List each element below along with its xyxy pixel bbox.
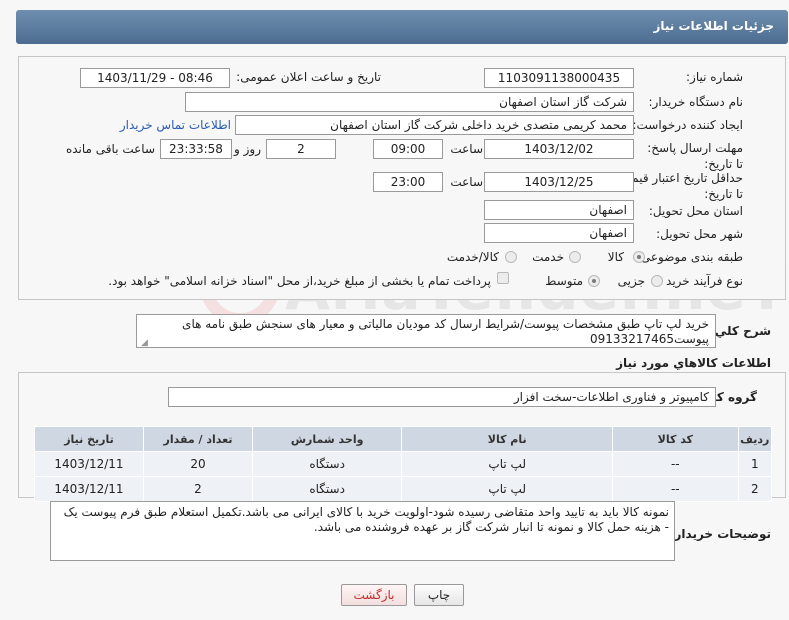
- cell-date: 1403/12/11: [34, 451, 144, 477]
- process-radio-medium[interactable]: [588, 275, 600, 287]
- province-label: استان محل تحویل:: [648, 204, 743, 218]
- announce-field[interactable]: 1403/11/29 - 08:46: [80, 68, 230, 88]
- process-option-medium: متوسط: [545, 274, 583, 288]
- payment-text: پرداخت تمام یا بخشی از مبلغ خرید،از محل …: [108, 274, 491, 288]
- deadline-label: مهلت ارسال پاسخ: تا تاریخ:: [647, 141, 743, 171]
- validity-date-field[interactable]: 1403/12/25: [484, 172, 634, 192]
- category-option-goods: کالا: [607, 250, 624, 264]
- goods-table-header: ردیف کد کالا نام کالا واحد شمارش تعداد /…: [34, 426, 773, 452]
- cell-row: 2: [737, 476, 773, 502]
- goods-table: ردیف کد کالا نام کالا واحد شمارش تعداد /…: [34, 426, 773, 502]
- print-button[interactable]: چاپ: [414, 584, 464, 606]
- deadline-time-field[interactable]: 09:00: [373, 139, 443, 159]
- days-label: روز و: [234, 142, 261, 156]
- col-name: نام کالا: [401, 426, 614, 452]
- days-field[interactable]: 2: [266, 139, 336, 159]
- summary-textarea[interactable]: خرید لپ تاپ طبق مشخصات پیوست/شرایط ارسال…: [136, 314, 716, 348]
- process-radio-minor[interactable]: [651, 275, 663, 287]
- col-unit: واحد شمارش: [251, 426, 403, 452]
- cell-unit: دستگاه: [251, 451, 403, 477]
- cell-name: لپ تاپ: [401, 476, 614, 502]
- cell-code: --: [612, 476, 739, 502]
- remaining-time-field[interactable]: 23:33:58: [160, 139, 232, 159]
- remaining-label: ساعت باقی مانده: [65, 142, 155, 156]
- process-label: نوع فرآیند خرید :: [658, 274, 743, 288]
- validity-time-field[interactable]: 23:00: [373, 172, 443, 192]
- category-radio-service[interactable]: [569, 251, 581, 263]
- col-code: کد کالا: [612, 426, 739, 452]
- col-date: تاریخ نیاز: [34, 426, 144, 452]
- payment-checkbox[interactable]: [497, 272, 509, 284]
- cell-name: لپ تاپ: [401, 451, 614, 477]
- category-label: طبقه بندی موضوعی:: [636, 250, 743, 264]
- cell-unit: دستگاه: [251, 476, 403, 502]
- buyer-org-label: نام دستگاه خریدار:: [648, 95, 744, 109]
- city-label: شهر محل تحویل:: [656, 227, 743, 241]
- category-radio-goods[interactable]: [633, 251, 645, 263]
- validity-time-label: ساعت: [450, 175, 483, 189]
- creator-label: ایجاد کننده درخواست:: [632, 118, 743, 132]
- contact-buyer-link[interactable]: اطلاعات تماس خریدار: [120, 117, 231, 133]
- buyer-notes-label: توضیحات خریدار:: [669, 527, 771, 541]
- goods-group-field[interactable]: کامپیوتر و فناوری اطلاعات-سخت افزار: [168, 387, 716, 407]
- city-field[interactable]: اصفهان: [484, 223, 634, 243]
- buyer-org-field[interactable]: شرکت گاز استان اصفهان: [185, 92, 634, 112]
- resize-grip-icon[interactable]: ◢: [141, 338, 148, 348]
- table-row[interactable]: 2 -- لپ تاپ دستگاه 2 1403/12/11: [34, 476, 773, 502]
- deadline-time-label: ساعت: [450, 142, 483, 156]
- cell-code: --: [612, 451, 739, 477]
- goods-section-title: اطلاعات كالاهاي مورد نياز: [616, 356, 771, 370]
- buyer-notes-textarea[interactable]: نمونه کالا باید به تایید واحد متقاضی رسی…: [50, 501, 675, 561]
- need-number-label: شماره نیاز:: [686, 70, 743, 84]
- cell-qty: 2: [143, 476, 253, 502]
- province-field[interactable]: اصفهان: [484, 200, 634, 220]
- deadline-date-field[interactable]: 1403/12/02: [484, 139, 634, 159]
- col-row: ردیف: [737, 426, 773, 452]
- cell-date: 1403/12/11: [34, 476, 144, 502]
- process-option-minor: جزیی: [617, 274, 645, 288]
- table-row[interactable]: 1 -- لپ تاپ دستگاه 20 1403/12/11: [34, 451, 773, 477]
- category-radio-both[interactable]: [505, 251, 517, 263]
- need-number-field[interactable]: 1103091138000435: [484, 68, 634, 88]
- page-title: جزئیات اطلاعات نیاز: [653, 19, 774, 33]
- header-bar: جزئیات اطلاعات نیاز: [16, 10, 788, 44]
- category-option-service: خدمت: [532, 250, 564, 264]
- category-option-both: کالا/خدمت: [446, 250, 499, 264]
- cell-qty: 20: [143, 451, 253, 477]
- cell-row: 1: [737, 451, 773, 477]
- creator-field[interactable]: محمد کریمی متصدی خرید داخلی شرکت گاز است…: [235, 115, 634, 135]
- back-button[interactable]: بازگشت: [341, 584, 407, 606]
- announce-label: تاریخ و ساعت اعلان عمومی:: [236, 70, 381, 84]
- col-qty: تعداد / مقدار: [143, 426, 253, 452]
